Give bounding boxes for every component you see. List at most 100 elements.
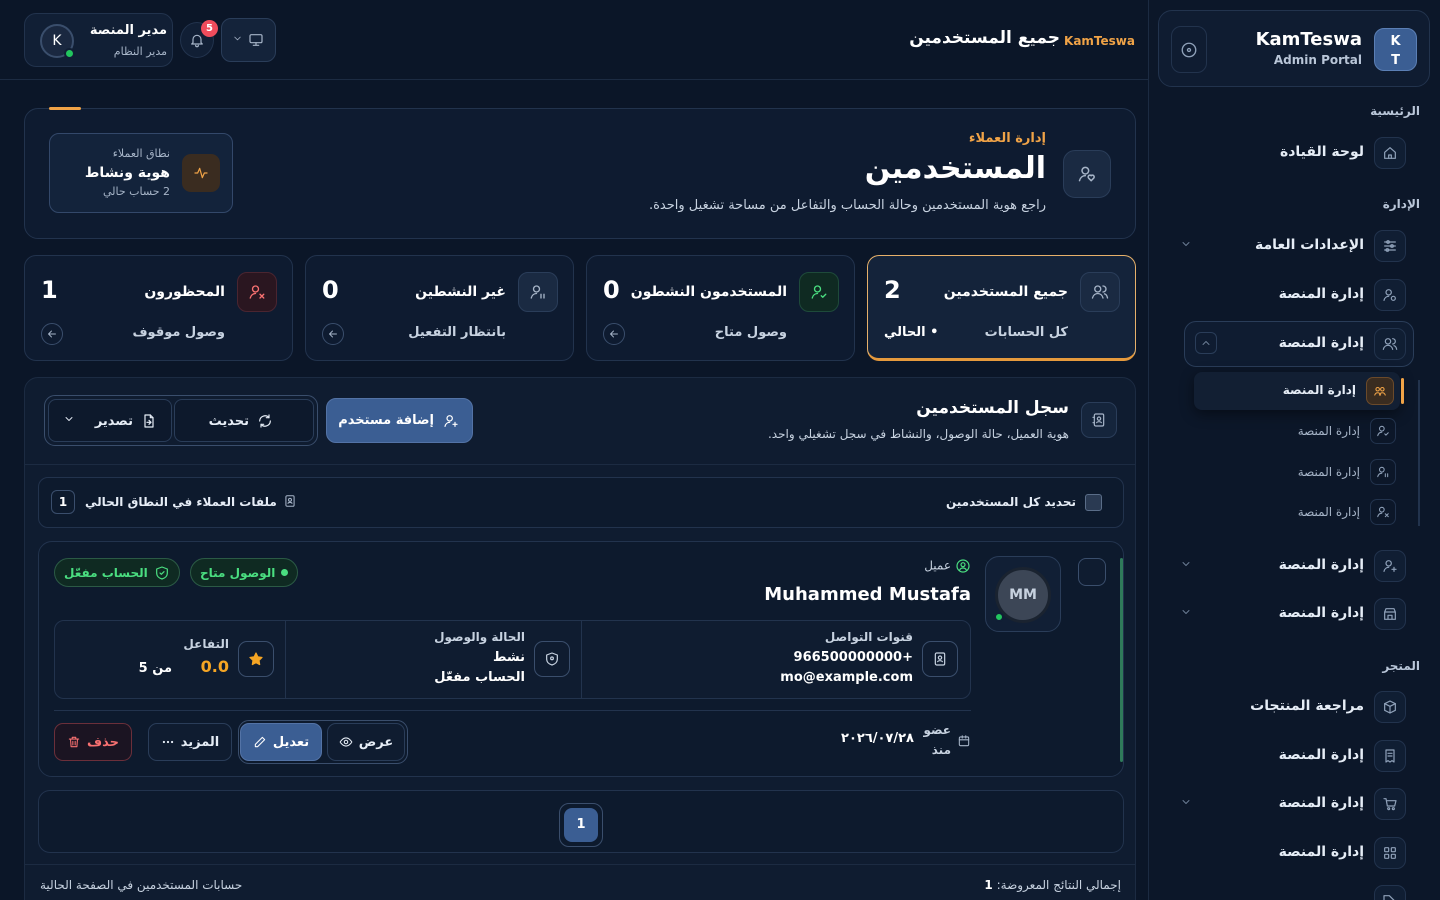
more-dots-icon bbox=[161, 735, 175, 749]
eye-icon bbox=[339, 735, 353, 749]
avatar: K bbox=[40, 24, 75, 59]
submenu-line bbox=[1418, 380, 1420, 526]
notifications-button[interactable]: 5 bbox=[180, 20, 218, 58]
stat-card-banned-users[interactable]: المحظورون 1 وصول موقوف bbox=[24, 255, 293, 361]
submenu-item-active-users[interactable]: إدارة المنصة bbox=[1191, 414, 1396, 448]
sidebar-item-platform-5[interactable]: إدارة المنصة bbox=[1176, 784, 1406, 824]
cart-icon bbox=[1374, 788, 1406, 820]
submenu-item-inactive-users[interactable]: إدارة المنصة bbox=[1191, 455, 1396, 489]
sidebar-item-platform-4[interactable]: إدارة المنصة bbox=[1176, 736, 1406, 776]
sidebar-item-platform-3[interactable]: إدارة المنصة bbox=[1176, 594, 1406, 634]
chevron-up-icon[interactable] bbox=[1195, 332, 1217, 354]
user-x-icon bbox=[1370, 499, 1396, 525]
user-pause-icon bbox=[518, 272, 558, 312]
user-gear-icon bbox=[1374, 279, 1406, 311]
scope-value: هوية ونشاط bbox=[84, 165, 170, 181]
chevron-down-icon bbox=[1180, 606, 1192, 618]
contact-book-icon bbox=[1081, 402, 1117, 438]
receipt-icon bbox=[1374, 740, 1406, 772]
chevron-down-icon bbox=[1180, 238, 1192, 250]
engagement-scale: من 5 bbox=[138, 661, 172, 676]
file-export-icon bbox=[141, 413, 157, 429]
panel-divider bbox=[25, 464, 1135, 465]
section-label-main: الرئيسية bbox=[1370, 104, 1420, 118]
contact-card-icon bbox=[922, 641, 958, 677]
activity-icon bbox=[182, 154, 220, 192]
users-icon bbox=[1080, 272, 1120, 312]
sidebar-item-platform-2[interactable]: إدارة المنصة bbox=[1176, 546, 1406, 586]
user-check-icon bbox=[1370, 418, 1396, 444]
chevron-down-icon bbox=[1180, 796, 1192, 808]
stat-card-all-users[interactable]: جميع المستخدمين 2 كل الحسابات • الحالي bbox=[867, 255, 1136, 361]
sidebar-item-platform-6[interactable]: إدارة المنصة bbox=[1176, 833, 1406, 873]
sidebar-item-label: لوحة القيادة bbox=[1279, 144, 1364, 160]
brand-name: KamTeswa bbox=[1255, 29, 1362, 50]
display-mode-button[interactable] bbox=[221, 18, 276, 62]
user-profile-menu[interactable]: K مدير المنصة مدير النظام bbox=[24, 13, 173, 67]
user-info-grid: قنوات التواصل +966500000000 mo@example.c… bbox=[54, 620, 971, 699]
arrow-left-icon[interactable] bbox=[41, 323, 63, 345]
chevron-down-icon bbox=[232, 33, 243, 44]
sidebar-item-dashboard[interactable]: لوحة القيادة bbox=[1176, 133, 1406, 173]
users-icon bbox=[1374, 328, 1406, 360]
star-icon bbox=[238, 641, 274, 677]
user-select-checkbox[interactable] bbox=[1078, 558, 1106, 586]
arrow-left-icon[interactable] bbox=[322, 323, 344, 345]
sidebar-item-more[interactable] bbox=[1176, 881, 1406, 900]
member-since-label: منذ bbox=[931, 743, 951, 757]
client-scope-card: نطاق العملاء هوية ونشاط 2 حساب حالي bbox=[49, 133, 233, 213]
sidebar-item-label: مراجعة المنتجات bbox=[1250, 698, 1364, 714]
store-icon bbox=[1374, 598, 1406, 630]
grid-icon bbox=[1374, 837, 1406, 869]
stat-subtitle: بانتظار التفعيل bbox=[408, 325, 506, 340]
stat-card-active-users[interactable]: المستخدمون النشطون 0 وصول متاح bbox=[586, 255, 855, 361]
submenu-item-banned-users[interactable]: إدارة المنصة bbox=[1191, 495, 1396, 529]
topbar-brand: KamTeswa bbox=[1064, 34, 1135, 48]
arrow-left-icon[interactable] bbox=[603, 323, 625, 345]
scope-label: نطاق العملاء bbox=[112, 147, 170, 160]
sidebar-item-users-group[interactable]: إدارة المنصة bbox=[1184, 321, 1414, 367]
brand-subtitle: Admin Portal bbox=[1273, 53, 1362, 67]
view-button[interactable]: عرض bbox=[327, 723, 405, 761]
users-group-icon bbox=[1366, 377, 1394, 405]
submenu-item-label: إدارة المنصة bbox=[1297, 465, 1360, 479]
member-since: عضو منذ ٢٠٢٦/٠٧/٢٨ bbox=[841, 723, 971, 763]
state-account: الحساب مفعّل bbox=[434, 670, 525, 685]
state-title: الحالة والوصول bbox=[434, 630, 525, 644]
edit-button[interactable]: تعديل bbox=[240, 723, 322, 761]
hero-kicker: إدارة العملاء bbox=[968, 131, 1046, 146]
card-divider bbox=[54, 710, 971, 711]
sidebar-item-label: إدارة المنصة bbox=[1278, 844, 1364, 860]
toolbar-button-group: تحديث تصدير bbox=[44, 395, 318, 446]
delete-button[interactable]: حذف bbox=[54, 723, 132, 761]
stat-card-inactive-users[interactable]: غير النشطين 0 بانتظار التفعيل bbox=[305, 255, 574, 361]
add-user-button[interactable]: إضافة مستخدم bbox=[326, 398, 473, 443]
shield-icon bbox=[534, 641, 570, 677]
panel-title: سجل المستخدمين bbox=[916, 398, 1069, 418]
files-label: ملفات العملاء في النطاق الحالي bbox=[85, 495, 277, 509]
submenu-item-label: إدارة المنصة bbox=[1282, 383, 1356, 397]
box-icon bbox=[1374, 691, 1406, 723]
calendar-icon bbox=[957, 734, 971, 748]
stat-label: المحظورون bbox=[144, 284, 225, 300]
sidebar-item-general-settings[interactable]: الإعدادات العامة bbox=[1176, 226, 1406, 266]
sidebar-item-products-review[interactable]: مراجعة المنتجات bbox=[1176, 687, 1406, 727]
sidebar-toggle-button[interactable] bbox=[1171, 26, 1207, 73]
footer-divider bbox=[25, 864, 1135, 865]
export-label: تصدير bbox=[94, 414, 133, 429]
tag-icon bbox=[1374, 885, 1406, 900]
refresh-button[interactable]: تحديث bbox=[174, 399, 314, 442]
more-button[interactable]: المزيد bbox=[148, 723, 232, 761]
submenu-item-all-users[interactable]: إدارة المنصة bbox=[1194, 372, 1404, 410]
select-all-checkbox[interactable] bbox=[1085, 494, 1102, 511]
sidebar-item-label: إدارة المنصة bbox=[1278, 605, 1364, 621]
user-plus-icon bbox=[1374, 550, 1406, 582]
users-heart-icon bbox=[1063, 150, 1111, 198]
stat-subtitle: وصول متاح bbox=[714, 325, 787, 340]
contact-book-icon bbox=[283, 494, 297, 508]
export-button[interactable]: تصدير bbox=[48, 399, 172, 442]
hero-description: راجع هوية المستخدمين وحالة الحساب والتفا… bbox=[648, 198, 1046, 213]
page-button-1[interactable]: 1 bbox=[559, 803, 603, 847]
stat-value: 0 bbox=[603, 276, 620, 304]
sidebar-item-platform[interactable]: إدارة المنصة bbox=[1176, 275, 1406, 315]
